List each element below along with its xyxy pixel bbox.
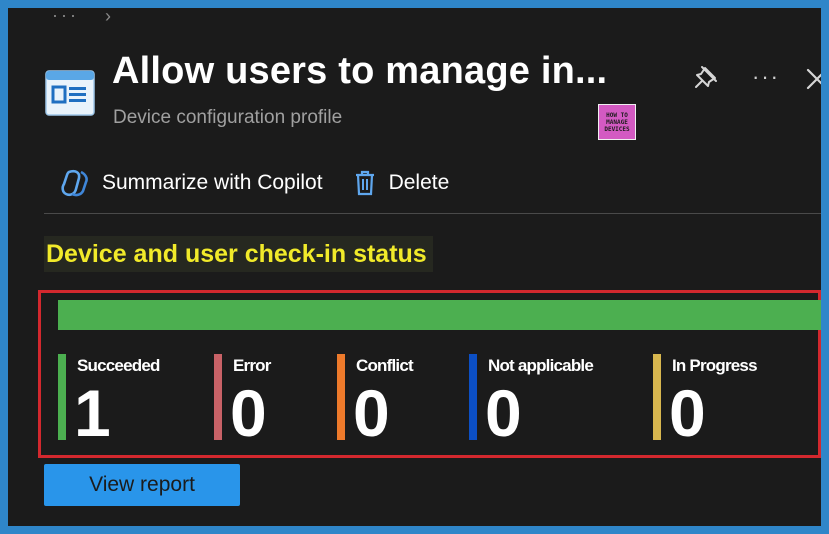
toolbar-divider	[44, 213, 821, 214]
delete-button-label: Delete	[388, 171, 450, 194]
profile-window-icon	[45, 70, 95, 116]
breadcrumb: ··· ›	[52, 8, 111, 30]
stat-succeeded-count: 1	[74, 376, 111, 450]
section-heading: Device and user check-in status	[44, 236, 433, 272]
stat-in-progress-color-bar	[653, 354, 661, 440]
breadcrumb-ellipsis[interactable]: ···	[52, 8, 79, 24]
stat-conflict-label: Conflict	[356, 356, 414, 375]
delete-button[interactable]: Delete	[353, 169, 450, 197]
logo-line-1: HOW TO	[606, 111, 628, 119]
stat-error-label: Error	[233, 356, 271, 375]
close-icon[interactable]	[806, 66, 821, 90]
stat-not-applicable-label: Not applicable	[488, 356, 594, 375]
blade-panel: ··· › Allow users to manage in... Device…	[8, 8, 821, 526]
checkin-progress-bar	[58, 300, 821, 330]
logo-line-3: DEVICES	[604, 125, 630, 133]
summarize-with-copilot-button[interactable]: Summarize with Copilot	[60, 169, 323, 197]
logo-line-2: MANAGE	[606, 118, 628, 126]
progress-fill-succeeded	[58, 300, 821, 330]
stat-error-count: 0	[230, 376, 267, 450]
stat-not-applicable-color-bar	[469, 354, 477, 440]
page-title: Allow users to manage in...	[112, 50, 608, 92]
page-subtitle: Device configuration profile	[113, 107, 343, 128]
trash-icon	[355, 170, 374, 196]
how-to-manage-devices-logo: HOW TO MANAGE DEVICES	[598, 104, 636, 140]
view-report-button[interactable]: View report	[44, 464, 240, 506]
stat-succeeded-color-bar	[58, 354, 66, 440]
pin-icon[interactable]	[692, 63, 720, 91]
stat-succeeded-label: Succeeded	[77, 356, 160, 375]
stat-in-progress-label: In Progress	[672, 356, 758, 375]
stat-conflict-count: 0	[353, 376, 390, 450]
stat-in-progress-count: 0	[669, 376, 706, 450]
stat-conflict-color-bar	[337, 354, 345, 440]
stat-not-applicable-count: 0	[485, 376, 522, 450]
copilot-icon	[61, 169, 88, 197]
command-bar: Summarize with Copilot Delete	[60, 168, 449, 198]
more-options-icon[interactable]: ···	[752, 64, 780, 90]
chevron-right-icon: ›	[104, 8, 111, 26]
copilot-button-label: Summarize with Copilot	[102, 171, 323, 194]
stat-error-color-bar	[214, 354, 222, 440]
